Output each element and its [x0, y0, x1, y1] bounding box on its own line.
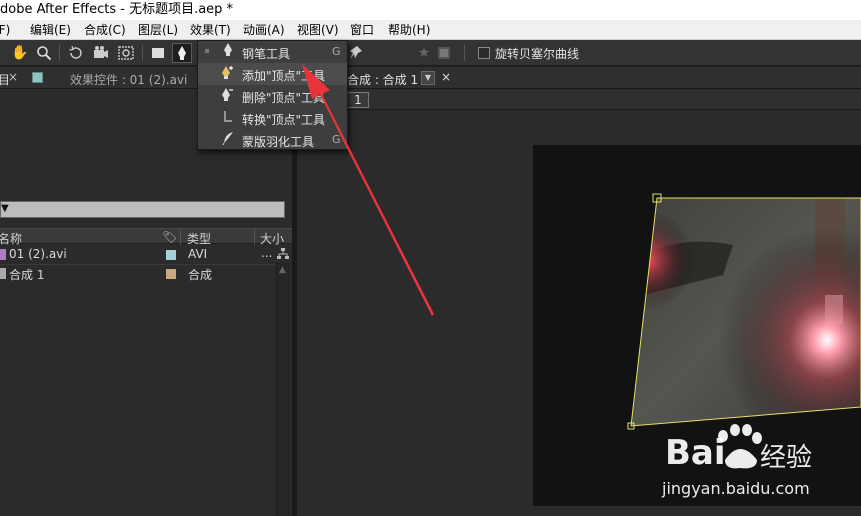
- baidu-logo: Bai 经验: [665, 424, 812, 473]
- menu-item-delete-vertex-tool[interactable]: 删除"顶点"工具: [198, 85, 347, 107]
- menu-item-label: 转换"顶点"工具: [242, 113, 326, 127]
- menu-item-add-vertex-tool[interactable]: 添加"顶点"工具: [198, 63, 347, 85]
- mask-icon[interactable]: [434, 43, 454, 63]
- menu-file[interactable]: (F): [0, 20, 10, 40]
- watermark-url: jingyan.baidu.com: [662, 479, 810, 498]
- menu-item-label: 添加"顶点"工具: [242, 69, 326, 83]
- footage-icon: [0, 249, 6, 260]
- zoom-icon[interactable]: [34, 43, 54, 63]
- composition-subtab-bar: 1: [297, 90, 861, 110]
- menu-animation[interactable]: 动画(A): [243, 20, 285, 40]
- label-swatch[interactable]: [166, 250, 176, 260]
- composition-icon: [0, 268, 6, 279]
- menu-window[interactable]: 窗口: [350, 20, 374, 40]
- pan-behind-icon[interactable]: [116, 43, 136, 63]
- pen-tool-menu: 钢笔工具 G 添加"顶点"工具 删除"顶点"工具 转换"顶点"工具 蒙版羽化工具…: [197, 40, 348, 150]
- column-name[interactable]: 名称: [0, 230, 22, 247]
- label-tag-icon[interactable]: 🏷: [162, 230, 177, 244]
- pen-icon: [222, 43, 234, 61]
- column-divider: [254, 229, 255, 245]
- toolbar-separator: [142, 45, 143, 61]
- rotobezier-checkbox[interactable]: [478, 47, 490, 59]
- menu-item-label: 钢笔工具: [242, 47, 291, 61]
- hand-icon[interactable]: ✋: [10, 43, 30, 63]
- active-bullet-icon: [205, 49, 209, 53]
- watermark-brand-right: 经验: [760, 443, 812, 473]
- composition-tab-bar: 合成 : 合成 1 ▼ ×: [297, 67, 861, 89]
- search-dropdown-icon[interactable]: ▼: [1, 203, 9, 214]
- tab-effect-controls[interactable]: 效果控件 : 01 (2).avi: [70, 71, 187, 88]
- menu-item-pen-tool[interactable]: 钢笔工具 G: [198, 41, 347, 63]
- camera-icon[interactable]: [91, 43, 111, 63]
- pen-icon[interactable]: [172, 43, 192, 63]
- rotate-icon[interactable]: [66, 43, 86, 63]
- label-swatch[interactable]: [166, 269, 176, 279]
- menu-item-label: 删除"顶点"工具: [242, 91, 326, 105]
- list-item[interactable]: 01 (2).avi AVI ...: [0, 246, 275, 264]
- menu-item-shortcut: G: [332, 45, 341, 58]
- close-icon[interactable]: ×: [441, 70, 451, 84]
- column-divider: [180, 229, 181, 245]
- chevron-down-icon[interactable]: ▼: [421, 71, 435, 85]
- menu-item-convert-vertex-tool[interactable]: 转换"顶点"工具: [198, 107, 347, 129]
- window-title-bar: dobe After Effects - 无标题项目.aep *: [0, 0, 861, 20]
- toolbar-separator: [59, 45, 60, 61]
- menu-effect[interactable]: 效果(T): [190, 20, 231, 40]
- menu-layer[interactable]: 图层(L): [138, 20, 178, 40]
- window-title: dobe After Effects - 无标题项目.aep *: [0, 2, 234, 17]
- project-column-header: 名称 🏷 类型 大小: [0, 228, 292, 247]
- column-type[interactable]: 类型: [187, 230, 211, 247]
- menu-item-mask-feather-tool[interactable]: 蒙版羽化工具 G: [198, 129, 347, 151]
- watermark-brand-left: Bai: [665, 433, 726, 473]
- menu-composition[interactable]: 合成(C): [84, 20, 126, 40]
- close-icon[interactable]: ×: [8, 70, 18, 84]
- item-type: AVI: [188, 247, 208, 261]
- add-vertex-icon: [222, 65, 234, 83]
- convert-vertex-icon: [222, 109, 234, 127]
- menu-view[interactable]: 视图(V): [297, 20, 339, 40]
- menu-item-shortcut: G: [332, 133, 341, 146]
- item-name: 01 (2).avi: [9, 247, 67, 261]
- feather-icon: [222, 131, 234, 149]
- column-size[interactable]: 大小: [260, 230, 284, 247]
- tab-composition[interactable]: 合成 : 合成 1: [347, 71, 418, 88]
- tools-toolbar: ✋ ★ 旋转贝塞尔曲线: [0, 40, 861, 66]
- star-icon[interactable]: ★: [414, 43, 434, 63]
- flowchart-icon[interactable]: [276, 247, 290, 264]
- menu-help[interactable]: 帮助(H): [388, 20, 430, 40]
- composition-subtab[interactable]: 1: [347, 92, 369, 108]
- item-extra: ...: [261, 246, 273, 260]
- scroll-up-icon[interactable]: ▲: [279, 265, 286, 275]
- rectangle-icon[interactable]: [148, 43, 168, 63]
- project-scrollbar[interactable]: ▲: [276, 263, 290, 516]
- toolbar-separator: [464, 45, 465, 61]
- item-name: 合成 1: [9, 268, 45, 282]
- delete-vertex-icon: [222, 87, 234, 105]
- pin-icon[interactable]: [346, 43, 366, 63]
- project-search-input[interactable]: ▼: [0, 201, 285, 218]
- item-type: 合成: [188, 268, 213, 282]
- menu-bar: (F) 编辑(E) 合成(C) 图层(L) 效果(T) 动画(A) 视图(V) …: [0, 20, 861, 40]
- rotobezier-label: 旋转贝塞尔曲线: [495, 47, 580, 61]
- menu-item-label: 蒙版羽化工具: [242, 135, 315, 149]
- list-item[interactable]: 合成 1 合成: [0, 265, 275, 283]
- effect-controls-icon: [32, 72, 43, 83]
- menu-edit[interactable]: 编辑(E): [30, 20, 71, 40]
